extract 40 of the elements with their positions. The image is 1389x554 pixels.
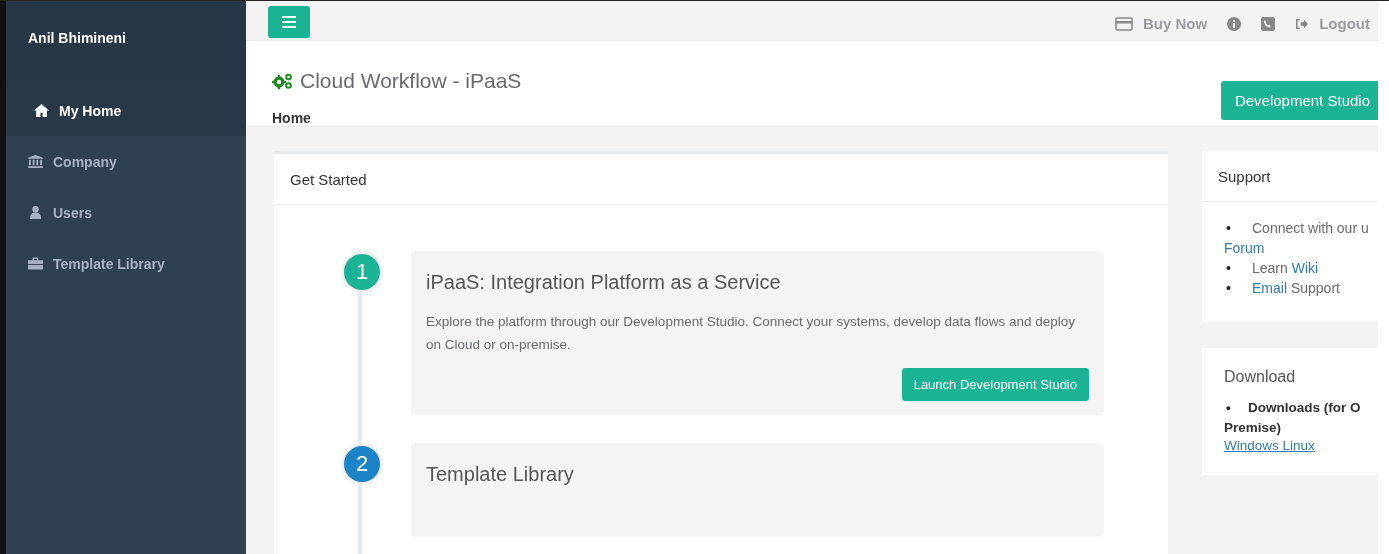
support-item: • Email Support xyxy=(1225,279,1341,298)
phone-icon xyxy=(1261,16,1276,31)
sign-out-icon xyxy=(1295,17,1310,30)
step-number: 1 xyxy=(341,251,383,293)
buy-now-link[interactable]: Buy Now xyxy=(1115,15,1208,32)
breadcrumb-link[interactable]: Home xyxy=(272,110,522,126)
support-link[interactable]: Forum xyxy=(1224,240,1265,256)
panel-title: Download xyxy=(1224,368,1297,386)
nav-item[interactable]: Template Library xyxy=(6,238,246,289)
step-number: 2 xyxy=(341,443,383,485)
step-title: iPaaS: Integration Platform as a Service xyxy=(426,271,782,294)
launch-button[interactable]: Launch Development Studio xyxy=(901,368,1089,401)
info-icon xyxy=(1227,16,1242,31)
gears-icon xyxy=(272,72,294,90)
support-item: • Connect with our u Forum xyxy=(1224,219,1370,258)
support-item: • Learn Wiki xyxy=(1225,259,1320,278)
home-icon xyxy=(34,104,49,117)
user-icon xyxy=(28,206,43,219)
panel-title: Support xyxy=(1218,167,1271,185)
page-title: Cloud Workflow - iPaaS xyxy=(300,69,522,93)
menu-icon xyxy=(282,16,296,28)
download-item: • Downloads (for O Premise) xyxy=(1224,399,1362,437)
support-link[interactable]: Wiki xyxy=(1291,260,1319,276)
user-name: Anil Bhimineni xyxy=(28,30,126,46)
nav-item[interactable]: Company xyxy=(6,136,246,187)
download-link[interactable]: Windows Linux xyxy=(1224,438,1315,453)
panel-title: Get Started xyxy=(290,170,367,188)
briefcase-icon xyxy=(28,257,43,270)
step-description: Explore the platform through our Development Studio. Connect your systems, develop data flows and deploy on Cloud or on-premise. xyxy=(426,313,1077,354)
step-title: Template Library xyxy=(426,463,575,486)
credit-card-icon xyxy=(1115,16,1133,31)
development-studio-button[interactable]: Development Studio xyxy=(1220,81,1378,120)
phone-button[interactable] xyxy=(1261,15,1276,32)
nav-item[interactable]: Users xyxy=(6,187,246,238)
menu-button[interactable] xyxy=(268,6,310,38)
nav-item[interactable]: My Home xyxy=(6,85,246,136)
bank-icon xyxy=(28,155,43,168)
info-button[interactable] xyxy=(1227,15,1242,32)
support-link[interactable]: Email xyxy=(1252,280,1287,296)
logout-link[interactable]: Logout xyxy=(1295,15,1370,32)
